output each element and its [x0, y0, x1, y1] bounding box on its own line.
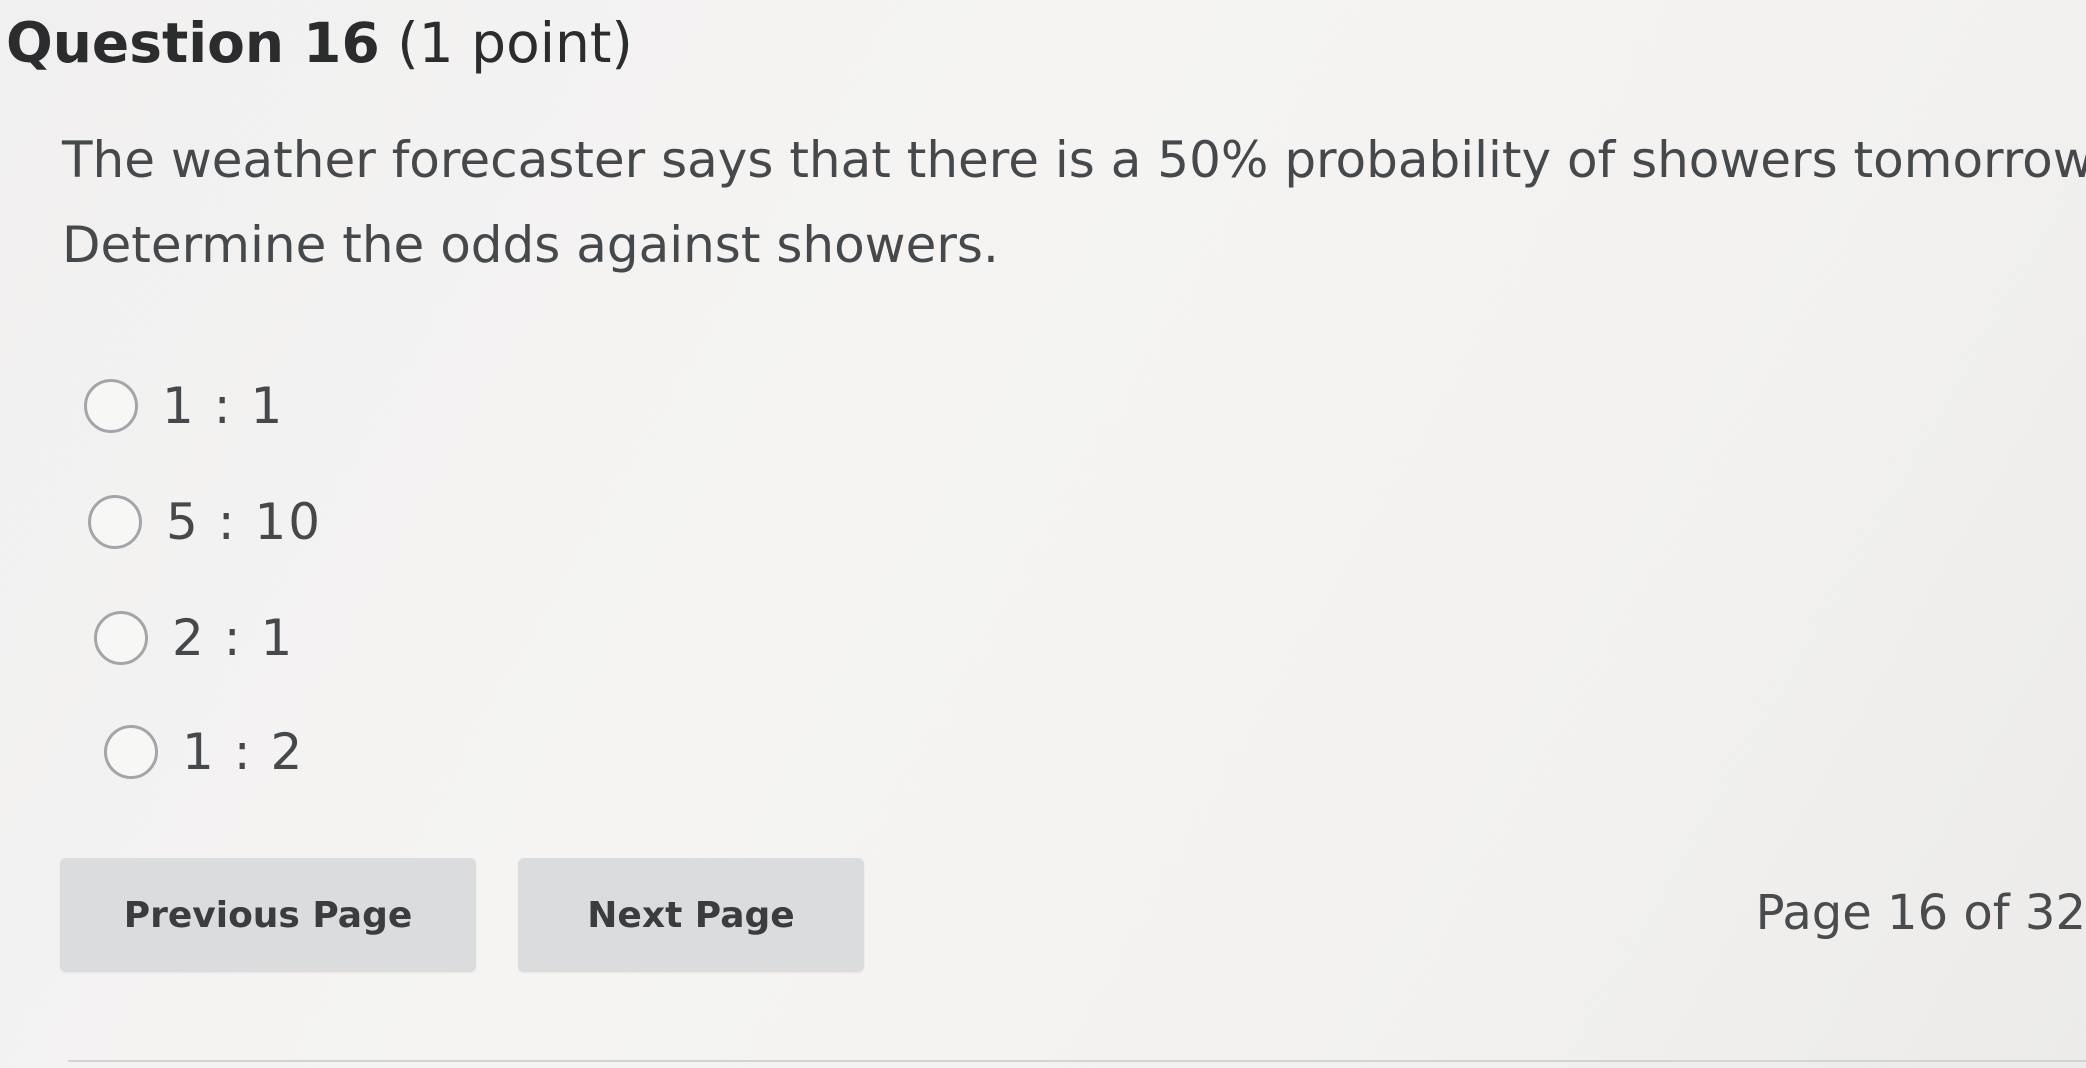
answer-option-1[interactable]: 1 : 1 [84, 376, 284, 436]
answer-option-label-2: 5 : 10 [166, 493, 323, 551]
previous-page-button[interactable]: Previous Page [60, 858, 476, 972]
answer-option-label-1: 1 : 1 [162, 377, 285, 435]
answer-option-4[interactable]: 1 : 2 [104, 722, 304, 782]
radio-button-3[interactable] [94, 611, 148, 665]
radio-button-4[interactable] [104, 725, 158, 779]
question-points: (1 point) [397, 11, 633, 75]
answer-option-label-4: 1 : 2 [182, 723, 305, 781]
question-header: Question 16 (1 point) [6, 8, 633, 78]
radio-button-2[interactable] [88, 495, 142, 549]
next-page-button[interactable]: Next Page [518, 858, 864, 972]
answer-option-2[interactable]: 5 : 10 [88, 492, 322, 552]
answer-option-3[interactable]: 2 : 1 [94, 608, 294, 668]
question-title: Question 16 [6, 11, 380, 75]
question-text: The weather forecaster says that there i… [62, 118, 2086, 288]
answer-option-label-3: 2 : 1 [172, 609, 295, 667]
page-indicator: Page 16 of 32 [1755, 885, 2086, 941]
question-text-line-2: Determine the odds against showers. [62, 216, 999, 274]
question-text-line-1: The weather forecaster says that there i… [62, 131, 2086, 189]
bottom-divider [68, 1060, 2086, 1062]
radio-button-1[interactable] [84, 379, 138, 433]
